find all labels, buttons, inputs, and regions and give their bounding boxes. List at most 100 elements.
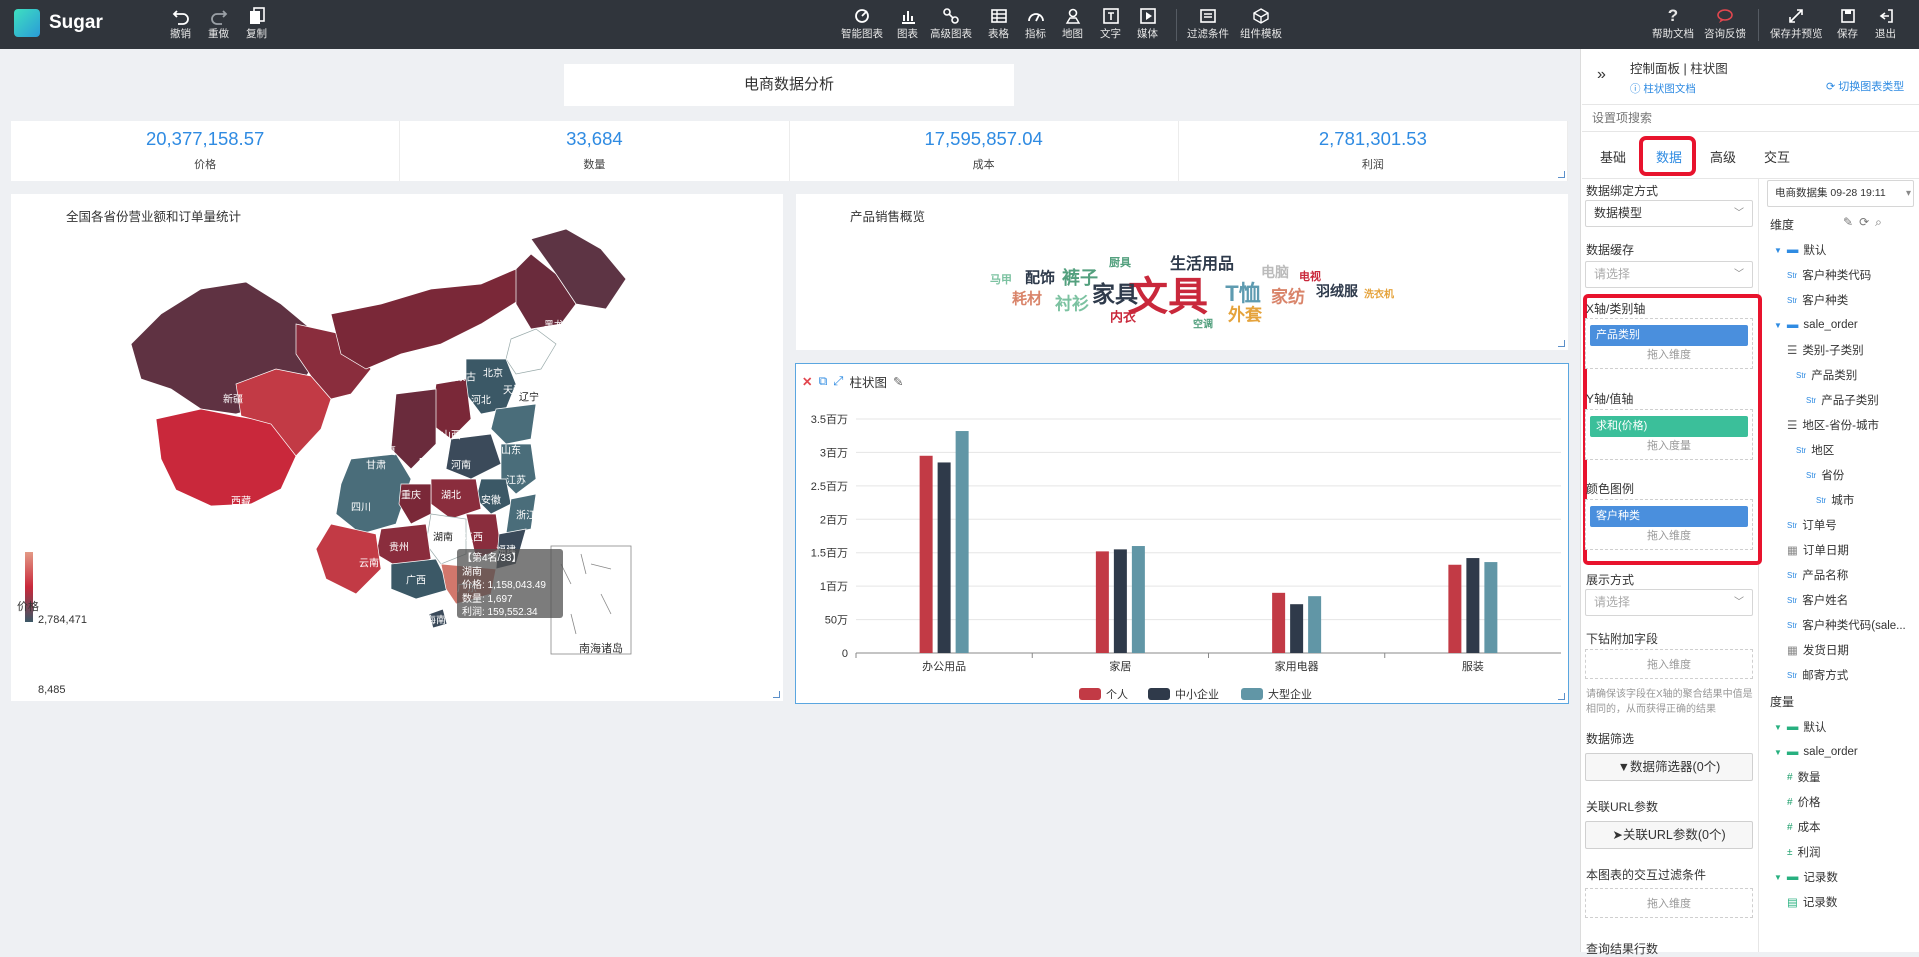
wordcloud-word[interactable]: 生活用品 xyxy=(1170,250,1234,274)
dimension-field[interactable]: Str 城市 xyxy=(1816,491,1854,509)
feedback-button[interactable]: 咨询反馈 xyxy=(1704,6,1746,41)
dimension-field[interactable]: Str 省份 xyxy=(1806,466,1844,484)
url-param-button[interactable]: ➤关联URL参数(0个) xyxy=(1585,821,1753,849)
redo-button[interactable]: 重做 xyxy=(208,6,229,41)
dimension-field[interactable]: ☰ 地区-省份-城市 xyxy=(1787,416,1879,434)
kpi-row[interactable]: 20,377,158.57 价格 33,684 数量 17,595,857.04 成本… xyxy=(11,121,1568,181)
wordcloud-word[interactable]: 家具 xyxy=(1092,275,1138,309)
binding-select[interactable]: 数据模型 ﹀ xyxy=(1585,200,1753,227)
color-legend-field-chip[interactable]: 客户种类 xyxy=(1590,506,1748,527)
wordcloud-card[interactable]: 产品销售概览 文具 家具 T恤 生活用品 配饰 裤子 耗材 衬衫 家纺 外套 羽绒服 电脑 电视 内衣 厨具… xyxy=(796,194,1568,350)
media-button[interactable]: 媒体 xyxy=(1137,6,1158,41)
resize-handle[interactable] xyxy=(1558,693,1565,700)
edit-icon[interactable]: ✎ xyxy=(1843,215,1859,229)
indicator-button[interactable]: 指标 xyxy=(1025,6,1046,41)
text-button[interactable]: 文字 xyxy=(1100,6,1121,41)
exit-button[interactable]: 退出 xyxy=(1875,6,1896,41)
cache-select[interactable]: 请选择 ﹀ xyxy=(1585,261,1753,288)
undo-button[interactable]: 撤销 xyxy=(170,6,191,41)
bar[interactable] xyxy=(1448,564,1462,653)
measure-field[interactable]: ▤ 记录数 xyxy=(1787,893,1837,911)
wordcloud-word[interactable]: 羽绒服 xyxy=(1316,281,1358,301)
refresh-icon[interactable]: ⟳ xyxy=(1859,215,1875,229)
switch-chart-type-button[interactable]: ⟳ 切换图表类型 xyxy=(1826,78,1904,94)
wordcloud-word[interactable]: 内衣 xyxy=(1110,307,1136,326)
copy-button[interactable]: 复制 xyxy=(246,6,267,41)
dimension-field[interactable]: ▦ 订单日期 xyxy=(1787,541,1849,559)
advanced-chart-button[interactable]: 高级图表 xyxy=(930,6,972,41)
bar[interactable] xyxy=(1131,546,1145,653)
smart-chart-button[interactable]: 智能图表 xyxy=(841,6,883,41)
kpi-card-cost[interactable]: 17,595,857.04 成本 xyxy=(790,121,1179,181)
wordcloud-word[interactable]: 家纺 xyxy=(1271,283,1305,308)
search-icon[interactable]: ⌕ xyxy=(1875,215,1888,229)
measure-field[interactable]: # 成本 xyxy=(1787,818,1821,836)
wordcloud-word[interactable]: 电脑 xyxy=(1261,262,1289,282)
map-region-shandong[interactable] xyxy=(490,403,537,445)
resize-handle[interactable] xyxy=(1558,340,1565,347)
x-axis-field-chip[interactable]: 产品类别 xyxy=(1590,325,1748,346)
wordcloud-word[interactable]: 马甲 xyxy=(990,271,1012,287)
dimension-field[interactable]: Str 地区 xyxy=(1796,441,1834,459)
bar[interactable] xyxy=(937,462,951,653)
y-axis-dropzone[interactable]: 求和(价格) 拖入度量 xyxy=(1585,409,1753,460)
wordcloud-word[interactable]: 裤子 xyxy=(1062,264,1098,290)
chart-doc-link[interactable]: ⓘ 柱状图文档 xyxy=(1630,81,1696,96)
filter-condition-button[interactable]: 过滤条件 xyxy=(1187,6,1229,41)
tab-advanced[interactable]: 高级 xyxy=(1710,147,1736,166)
bar[interactable] xyxy=(1290,604,1304,653)
dimension-field[interactable]: Str 产品类别 xyxy=(1796,366,1857,384)
y-axis-field-chip[interactable]: 求和(价格) xyxy=(1590,416,1748,437)
settings-search-input[interactable] xyxy=(1582,104,1919,132)
wordcloud-word[interactable]: 耗材 xyxy=(1012,288,1042,309)
measure-field[interactable]: # 数量 xyxy=(1787,768,1821,786)
save-button[interactable]: 保存 xyxy=(1837,6,1858,41)
collapse-panel-icon[interactable]: » xyxy=(1597,66,1606,84)
data-filter-button[interactable]: ▼数据筛选器(0个) xyxy=(1585,753,1753,781)
bar[interactable] xyxy=(1272,592,1286,653)
app-logo[interactable]: Sugar xyxy=(14,9,103,37)
resize-handle[interactable] xyxy=(1558,171,1565,178)
dimension-folder[interactable]: ▼ ▬ 默认 xyxy=(1774,241,1826,259)
china-map[interactable] xyxy=(11,194,783,701)
table-button[interactable]: 表格 xyxy=(988,6,1009,41)
tab-interaction[interactable]: 交互 xyxy=(1764,147,1790,166)
bar[interactable] xyxy=(1308,596,1322,653)
dimension-field[interactable]: Str 客户种类 xyxy=(1787,291,1848,309)
dimension-field[interactable]: Str 客户姓名 xyxy=(1787,591,1848,609)
legend-label[interactable]: 个人 xyxy=(1106,688,1128,701)
display-mode-select[interactable]: 请选择 ﹀ xyxy=(1585,589,1753,616)
chart-button[interactable]: 图表 xyxy=(897,6,918,41)
measure-field[interactable]: ± 利润 xyxy=(1787,843,1821,861)
wordcloud-word[interactable]: 外套 xyxy=(1228,301,1262,326)
wordcloud-word[interactable]: 空调 xyxy=(1193,316,1213,331)
dimension-field[interactable]: ▦ 发货日期 xyxy=(1787,641,1849,659)
help-doc-button[interactable]: ? 帮助文档 xyxy=(1652,6,1694,41)
component-template-button[interactable]: 组件模板 xyxy=(1240,6,1282,41)
interaction-filter-dropzone[interactable]: 拖入维度 xyxy=(1585,888,1753,918)
legend-label[interactable]: 中小企业 xyxy=(1175,687,1219,701)
kpi-card-price[interactable]: 20,377,158.57 价格 xyxy=(11,121,401,181)
wordcloud-word[interactable]: 厨具 xyxy=(1109,254,1131,270)
kpi-card-quantity[interactable]: 33,684 数量 xyxy=(400,121,790,181)
dimension-field[interactable]: Str 客户种类代码(sale... xyxy=(1787,616,1906,634)
bar-chart[interactable]: 0 50万 1百万 1.5百万 2百万 2.5百万 3百万 3.5百万办公用品 家居 家用电器 服装… xyxy=(796,364,1568,703)
dimension-folder[interactable]: ▼ ▬ sale_order xyxy=(1774,316,1858,334)
dimension-field[interactable]: Str 产品子类别 xyxy=(1806,391,1879,409)
bar[interactable] xyxy=(1484,562,1498,653)
bar[interactable] xyxy=(1466,558,1480,653)
dashboard-title[interactable]: 电商数据分析 xyxy=(564,64,1014,106)
measure-folder[interactable]: ▼ ▬ 默认 xyxy=(1774,718,1826,736)
bar[interactable] xyxy=(955,431,969,653)
map-region-neimenggu[interactable] xyxy=(330,268,522,370)
kpi-card-profit[interactable]: 2,781,301.53 利润 xyxy=(1179,121,1568,181)
bar-chart-card[interactable]: ✕ ⧉ ⤢ 柱状图 ✎ 0 50万 1百万 1.5百万 2百万 2.5百万 3百万 3.5百万… xyxy=(795,363,1569,704)
dimension-field[interactable]: Str 订单号 xyxy=(1787,516,1837,534)
x-axis-dropzone[interactable]: 产品类别 拖入维度 xyxy=(1585,318,1753,369)
dimension-field[interactable]: Str 客户种类代码 xyxy=(1787,266,1871,284)
dimension-field[interactable]: ☰ 类别-子类别 xyxy=(1787,341,1864,359)
map-card[interactable]: 全国各省份营业额和订单量统计 黑龙江 吉林 辽宁 内蒙古 新疆 青海 西藏 四川 宁夏 甘肃 xyxy=(11,194,783,701)
dimension-field[interactable]: Str 产品名称 xyxy=(1787,566,1848,584)
map-region-liaoning[interactable] xyxy=(505,328,557,375)
dimension-field[interactable]: Str 邮寄方式 xyxy=(1787,666,1848,684)
